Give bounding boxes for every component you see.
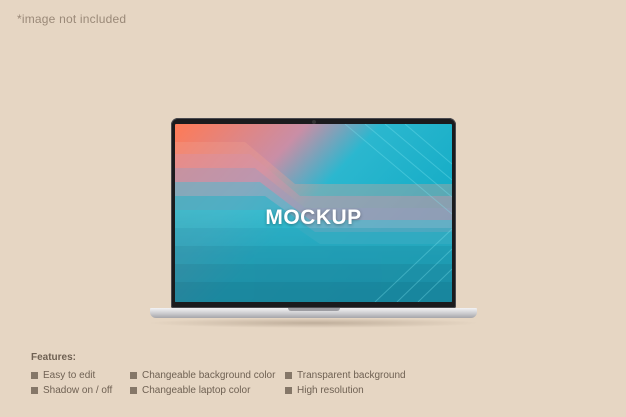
laptop-notch [287, 308, 340, 311]
feature-label: Easy to edit [43, 370, 96, 381]
feature-shadow: Shadow on / off [31, 385, 112, 396]
feature-label: Shadow on / off [43, 385, 113, 396]
laptop-shadow [146, 318, 481, 328]
feature-laptop-color: Changeable laptop color [130, 385, 250, 396]
bullet-square-icon [130, 387, 137, 394]
feature-label: Changeable laptop color [142, 385, 251, 396]
bullet-square-icon [130, 372, 137, 379]
feature-transparent-background: Transparent background [285, 370, 406, 381]
feature-high-resolution: High resolution [285, 385, 364, 396]
laptop-base [150, 308, 477, 318]
laptop-screen: MOCKUP [175, 124, 452, 302]
feature-label: Changeable background color [142, 370, 276, 381]
laptop-mockup: MOCKUP [146, 118, 481, 330]
bullet-square-icon [31, 387, 38, 394]
bullet-square-icon [31, 372, 38, 379]
features-title: Features: [31, 352, 77, 363]
laptop-lid: MOCKUP [171, 118, 456, 308]
feature-easy-to-edit: Easy to edit [31, 370, 95, 381]
screen-title: MOCKUP [265, 206, 362, 229]
disclaimer-note: *image not included [17, 12, 127, 26]
feature-label: Transparent background [297, 370, 406, 381]
bullet-square-icon [285, 387, 292, 394]
feature-background-color: Changeable background color [130, 370, 275, 381]
bullet-square-icon [285, 372, 292, 379]
feature-label: High resolution [297, 385, 364, 396]
